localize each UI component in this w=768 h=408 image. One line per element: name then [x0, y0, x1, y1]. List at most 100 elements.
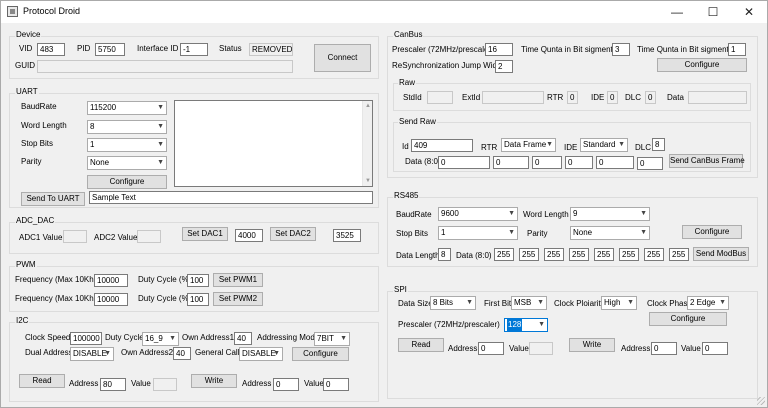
- sendraw-data-byte[interactable]: 0: [565, 156, 593, 169]
- scroll-down-icon[interactable]: ▼: [363, 176, 373, 186]
- raw-stdid-field: [427, 91, 453, 104]
- spi-datasize-select[interactable]: 8 Bits ▼: [430, 296, 476, 310]
- chevron-down-icon: ▼: [640, 210, 647, 217]
- scroll-up-icon[interactable]: ▲: [363, 101, 373, 111]
- rs485-wordlength-select[interactable]: 9 ▼: [570, 207, 650, 221]
- spi-clock-polarity-select[interactable]: High ▼: [601, 296, 637, 310]
- uart-parity-select[interactable]: None ▼: [87, 156, 167, 170]
- sendraw-id-field[interactable]: 409: [411, 139, 473, 152]
- uart-wordlength-label: Word Length: [21, 121, 67, 130]
- rs485-stopbits-select[interactable]: 1 ▼: [438, 226, 518, 240]
- i2c-group-label: I2C: [15, 316, 30, 325]
- send-canbus-frame-button[interactable]: Send CanBus Frame: [669, 154, 745, 168]
- spi-write-value-field[interactable]: 0: [702, 342, 728, 355]
- i2c-write-address-field[interactable]: 0: [273, 378, 299, 391]
- i2c-clock-field[interactable]: 100000: [70, 332, 102, 345]
- vid-field[interactable]: 483: [37, 43, 65, 56]
- i2c-addressing-mode-select[interactable]: 7BIT ▼: [314, 332, 350, 346]
- sendraw-rtr-select[interactable]: Data Frame ▼: [501, 138, 556, 152]
- send-to-uart-button[interactable]: Send To UART: [21, 192, 85, 206]
- uart-receive-scrollbar[interactable]: ▲ ▼: [362, 101, 372, 186]
- connect-button[interactable]: Connect: [314, 44, 371, 72]
- uart-configure-button[interactable]: Configure: [87, 175, 167, 189]
- spi-write-address-field[interactable]: 0: [651, 342, 677, 355]
- sendraw-data-byte[interactable]: 0: [493, 156, 529, 169]
- dac1-field[interactable]: 4000: [235, 229, 263, 242]
- chevron-down-icon: ▼: [104, 350, 111, 357]
- set-dac1-button[interactable]: Set DAC1: [182, 227, 228, 241]
- spi-read-address-field[interactable]: 0: [478, 342, 504, 355]
- rs485-data-byte[interactable]: 255: [669, 248, 689, 261]
- spi-read-button[interactable]: Read: [398, 338, 444, 352]
- rs485-data-byte[interactable]: 255: [644, 248, 664, 261]
- uart-baudrate-select[interactable]: 115200 ▼: [87, 101, 167, 115]
- rs485-data-byte[interactable]: 255: [519, 248, 539, 261]
- sendraw-data-byte[interactable]: 0: [596, 156, 634, 169]
- sendraw-dlc-field[interactable]: 8: [652, 138, 665, 151]
- i2c-duty-select[interactable]: 16_9 ▼: [142, 332, 179, 346]
- adc2-field: [137, 230, 161, 243]
- uart-send-text-field[interactable]: Sample Text: [89, 191, 373, 204]
- can-sjw-field[interactable]: 2: [495, 60, 513, 73]
- pwm1-frequency-field[interactable]: 10000: [94, 274, 128, 287]
- chevron-down-icon: ▼: [640, 229, 647, 236]
- sendraw-data-byte[interactable]: 0: [637, 157, 663, 170]
- send-modbus-button[interactable]: Send ModBus: [693, 247, 749, 261]
- rs485-data-label: Data (8:0): [456, 251, 492, 260]
- i2c-own-address2-field[interactable]: 40: [173, 347, 191, 360]
- rs485-data-byte[interactable]: 255: [619, 248, 639, 261]
- rs485-data-byte[interactable]: 255: [544, 248, 564, 261]
- spi-prescaler-select[interactable]: 128 ▼: [504, 318, 548, 332]
- set-dac2-button[interactable]: Set DAC2: [270, 227, 316, 241]
- spi-write-button[interactable]: Write: [569, 338, 615, 352]
- close-button[interactable]: ✕: [731, 1, 767, 23]
- spi-configure-button[interactable]: Configure: [649, 312, 727, 326]
- can-tq1-field[interactable]: 3: [612, 43, 630, 56]
- pid-field[interactable]: 5750: [95, 43, 125, 56]
- sendraw-data-byte[interactable]: 0: [438, 156, 490, 169]
- pwm1-duty-label: Duty Cycle (%): [138, 275, 192, 284]
- uart-wordlength-select[interactable]: 8 ▼: [87, 120, 167, 134]
- can-configure-button[interactable]: Configure: [657, 58, 747, 72]
- rs485-baudrate-select[interactable]: 9600 ▼: [438, 207, 518, 221]
- dac2-field[interactable]: 3525: [333, 229, 361, 242]
- spi-datasize-label: Data Size: [398, 299, 433, 308]
- chevron-down-icon: ▼: [508, 229, 515, 236]
- sendraw-data-byte[interactable]: 0: [532, 156, 562, 169]
- pwm1-duty-field[interactable]: 100: [187, 274, 209, 287]
- uart-receive-area[interactable]: ▲ ▼: [174, 100, 373, 187]
- pwm2-duty-field[interactable]: 100: [187, 293, 209, 306]
- can-prescaler-field[interactable]: 16: [485, 43, 513, 56]
- i2c-read-button[interactable]: Read: [19, 374, 65, 388]
- can-tq2-field[interactable]: 1: [728, 43, 746, 56]
- maximize-button[interactable]: ☐: [695, 1, 731, 23]
- i2c-own-address1-field[interactable]: 40: [234, 332, 252, 345]
- i2c-read-address-field[interactable]: 80: [100, 378, 126, 391]
- rs485-data-byte[interactable]: 255: [594, 248, 614, 261]
- rs485-parity-select[interactable]: None ▼: [570, 226, 650, 240]
- sendraw-id-label: Id: [402, 142, 409, 151]
- interface-id-field[interactable]: -1: [180, 43, 208, 56]
- pwm2-frequency-field[interactable]: 10000: [94, 293, 128, 306]
- rs485-datalength-field[interactable]: 8: [438, 248, 451, 261]
- spi-clock-phase-select[interactable]: 2 Edge ▼: [687, 296, 729, 310]
- sendraw-ide-select[interactable]: Standard ▼: [580, 138, 628, 152]
- resize-grip[interactable]: [757, 397, 765, 405]
- rs485-data-byte[interactable]: 255: [494, 248, 514, 261]
- i2c-write-value-label: Value: [304, 379, 324, 388]
- i2c-general-call-select[interactable]: DISABLE ▼: [239, 347, 283, 361]
- uart-stopbits-select[interactable]: 1 ▼: [87, 138, 167, 152]
- set-pwm2-button[interactable]: Set PWM2: [213, 292, 263, 306]
- canbus-group-label: CanBus: [393, 30, 424, 39]
- minimize-button[interactable]: —: [659, 1, 695, 23]
- rs485-data-byte[interactable]: 255: [569, 248, 589, 261]
- i2c-write-button[interactable]: Write: [191, 374, 237, 388]
- spi-firstbit-select[interactable]: MSB ▼: [511, 296, 547, 310]
- i2c-read-value-label: Value: [131, 379, 151, 388]
- i2c-dual-address-select[interactable]: DISABLE ▼: [70, 347, 114, 361]
- rs485-configure-button[interactable]: Configure: [682, 225, 742, 239]
- i2c-configure-button[interactable]: Configure: [292, 347, 349, 361]
- i2c-write-value-field[interactable]: 0: [323, 378, 349, 391]
- set-pwm1-button[interactable]: Set PWM1: [213, 273, 263, 287]
- can-sjw-label: ReSynchronization Jump Width: [392, 61, 504, 70]
